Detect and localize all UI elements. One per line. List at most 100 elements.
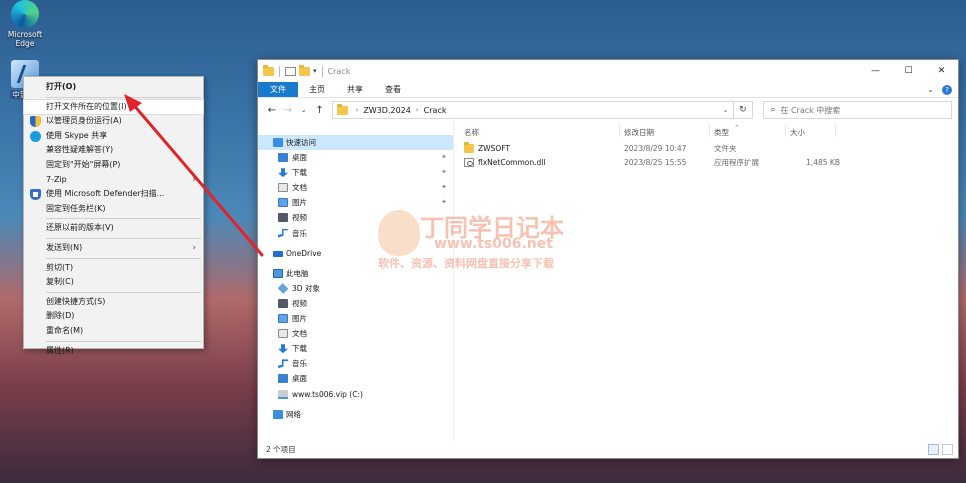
large-icons-view-icon[interactable] [942,444,953,455]
nav-item[interactable]: 3D 对象 [258,281,453,296]
ribbon-tabs: 文件 主页 共享 查看 ⌄? [258,82,958,98]
separator [321,65,323,77]
nav-item[interactable]: 下载 ✦ [258,165,453,180]
chevron-right-icon[interactable]: › [416,106,419,114]
context-menu-item[interactable]: 复制(C) [24,275,203,290]
new-folder-icon[interactable] [299,64,310,76]
nav-item[interactable]: 音乐 [258,226,453,241]
context-menu-item[interactable]: 使用 Skype 共享 [24,129,203,144]
breadcrumb-item[interactable]: ZW3D.2024 [363,106,411,115]
recent-locations-button[interactable]: ⌄ [296,106,312,114]
context-menu-item[interactable]: 属性(R) [24,344,203,359]
nav-item[interactable]: 文档 ✦ [258,180,453,195]
nav-item[interactable]: 图片 [258,311,453,326]
context-menu-item[interactable]: 7-Zip › [24,173,203,188]
context-menu-item[interactable]: 发送到(N) › [24,241,203,256]
nav-item[interactable]: 视频 [258,296,453,311]
tab-home[interactable]: 主页 [298,82,336,97]
nav-item[interactable]: 下载 [258,341,453,356]
context-menu-item[interactable]: 固定到"开始"屏幕(P) [24,158,203,173]
context-menu-item[interactable]: 打开(O) [24,80,203,95]
menu-separator [46,237,201,239]
context-menu-item-label: 复制(C) [46,277,74,287]
context-menu-item[interactable]: 以管理员身份运行(A) [24,114,203,129]
pin-icon[interactable]: ✦ [441,195,447,210]
context-menu-item[interactable]: 重命名(M) [24,324,203,339]
context-menu-item[interactable]: 还原以前的版本(V) [24,221,203,236]
nav-item-label: 音乐 [292,359,307,369]
context-menu-item[interactable]: 创建快捷方式(S) [24,295,203,310]
context-menu-item[interactable]: 剪切(T) [24,261,203,276]
down-icon [278,344,288,354]
status-bar: 2 个项目 [258,442,958,458]
pin-icon[interactable]: ✦ [441,165,447,180]
refresh-button[interactable]: ↻ [733,101,754,119]
nav-item[interactable]: 文档 [258,326,453,341]
tab-file[interactable]: 文件 [258,82,298,97]
close-button[interactable]: ✕ [925,60,958,82]
context-menu: 打开(O) 打开文件所在的位置(I) 以管理员身份运行(A) 使用 Skype 共享兼… [23,76,204,355]
maximize-button[interactable]: ☐ [892,60,925,82]
nav-item[interactable]: 此电脑 [258,266,453,281]
edge-icon [11,0,39,28]
nav-item[interactable]: 网络 [258,407,453,422]
desktop-icon-edge[interactable]: Microsoft Edge [2,0,48,48]
column-header-date[interactable]: 修改日期 [624,124,714,138]
forward-button[interactable]: → [280,105,296,116]
nav-item[interactable]: 视频 [258,210,453,225]
column-header-name[interactable]: 名称 [464,124,624,138]
nav-item[interactable]: www.ts006.vip (C:) [258,387,453,402]
context-menu-item[interactable]: 固定到任务栏(K) [24,202,203,217]
context-menu-item-label: 重命名(M) [46,325,84,335]
skype-icon [30,130,41,142]
minimize-button[interactable]: — [859,60,892,82]
ribbon-right: ⌄? [927,82,952,98]
context-menu-item[interactable]: 兼容性疑难解答(Y) [24,143,203,158]
nav-item-label: 3D 对象 [292,283,320,293]
chevron-down-icon[interactable]: ▾ [313,67,317,75]
file-type: 文件夹 [714,144,737,154]
drive-icon [278,389,288,399]
address-bar[interactable]: › ZW3D.2024 › Crack ⌄ [331,101,734,119]
net-icon [273,409,283,419]
file-row[interactable]: ZWSOFT 2023/8/29 10:47 文件夹 [454,142,958,156]
up-button[interactable]: ↑ [312,105,328,116]
column-header-type[interactable]: 类型 [714,124,790,138]
nav-item[interactable]: 图片 ✦ [258,195,453,210]
context-menu-item-label: 打开(O) [46,82,77,91]
file-row[interactable]: flxNetCommon.dll 2023/8/25 15:55 应用程序扩展 1,4… [454,156,958,170]
help-icon[interactable]: ? [942,85,952,95]
nav-item-label: 文档 [292,183,307,193]
details-view-icon[interactable] [928,444,939,455]
column-headers: 名称 修改日期 类型 大小 [454,122,958,142]
nav-item-label: OneDrive [286,248,322,258]
pin-icon[interactable]: ✦ [441,150,447,165]
back-button[interactable]: ← [264,105,280,116]
desk-icon [278,153,288,163]
properties-icon[interactable] [285,66,296,76]
tab-view[interactable]: 查看 [374,82,412,97]
tab-share[interactable]: 共享 [336,82,374,97]
context-menu-item[interactable]: 使用 Microsoft Defender扫描... [24,187,203,202]
search-box[interactable]: ⌕ 在 Crack 中搜索 [763,101,952,119]
context-menu-item-label: 固定到任务栏(K) [46,203,106,213]
nav-item[interactable]: 快速访问 [258,135,453,151]
column-header-size[interactable]: 大小 [790,124,840,138]
nav-item[interactable]: 音乐 [258,356,453,371]
chevron-down-icon[interactable]: ⌄ [723,106,729,114]
title-bar: ▾ Crack — ☐ ✕ [258,60,958,82]
context-menu-item[interactable]: 删除(D) [24,309,203,324]
breadcrumb-item[interactable]: Crack [424,106,447,115]
pic-icon [278,314,288,324]
context-menu-item[interactable]: 打开文件所在的位置(I) [23,98,204,116]
nav-item-label: 此电脑 [286,268,309,278]
menu-separator [46,340,201,342]
pin-icon[interactable]: ✦ [441,180,447,195]
expand-ribbon-icon[interactable]: ⌄ [927,85,934,94]
nav-item[interactable]: 桌面 [258,371,453,386]
nav-item[interactable]: 桌面 ✦ [258,150,453,165]
context-menu-item-label: 还原以前的版本(V) [46,223,114,233]
chevron-right-icon[interactable]: › [356,106,359,114]
context-menu-item-label: 剪切(T) [46,262,74,272]
nav-item[interactable]: OneDrive [258,246,453,261]
